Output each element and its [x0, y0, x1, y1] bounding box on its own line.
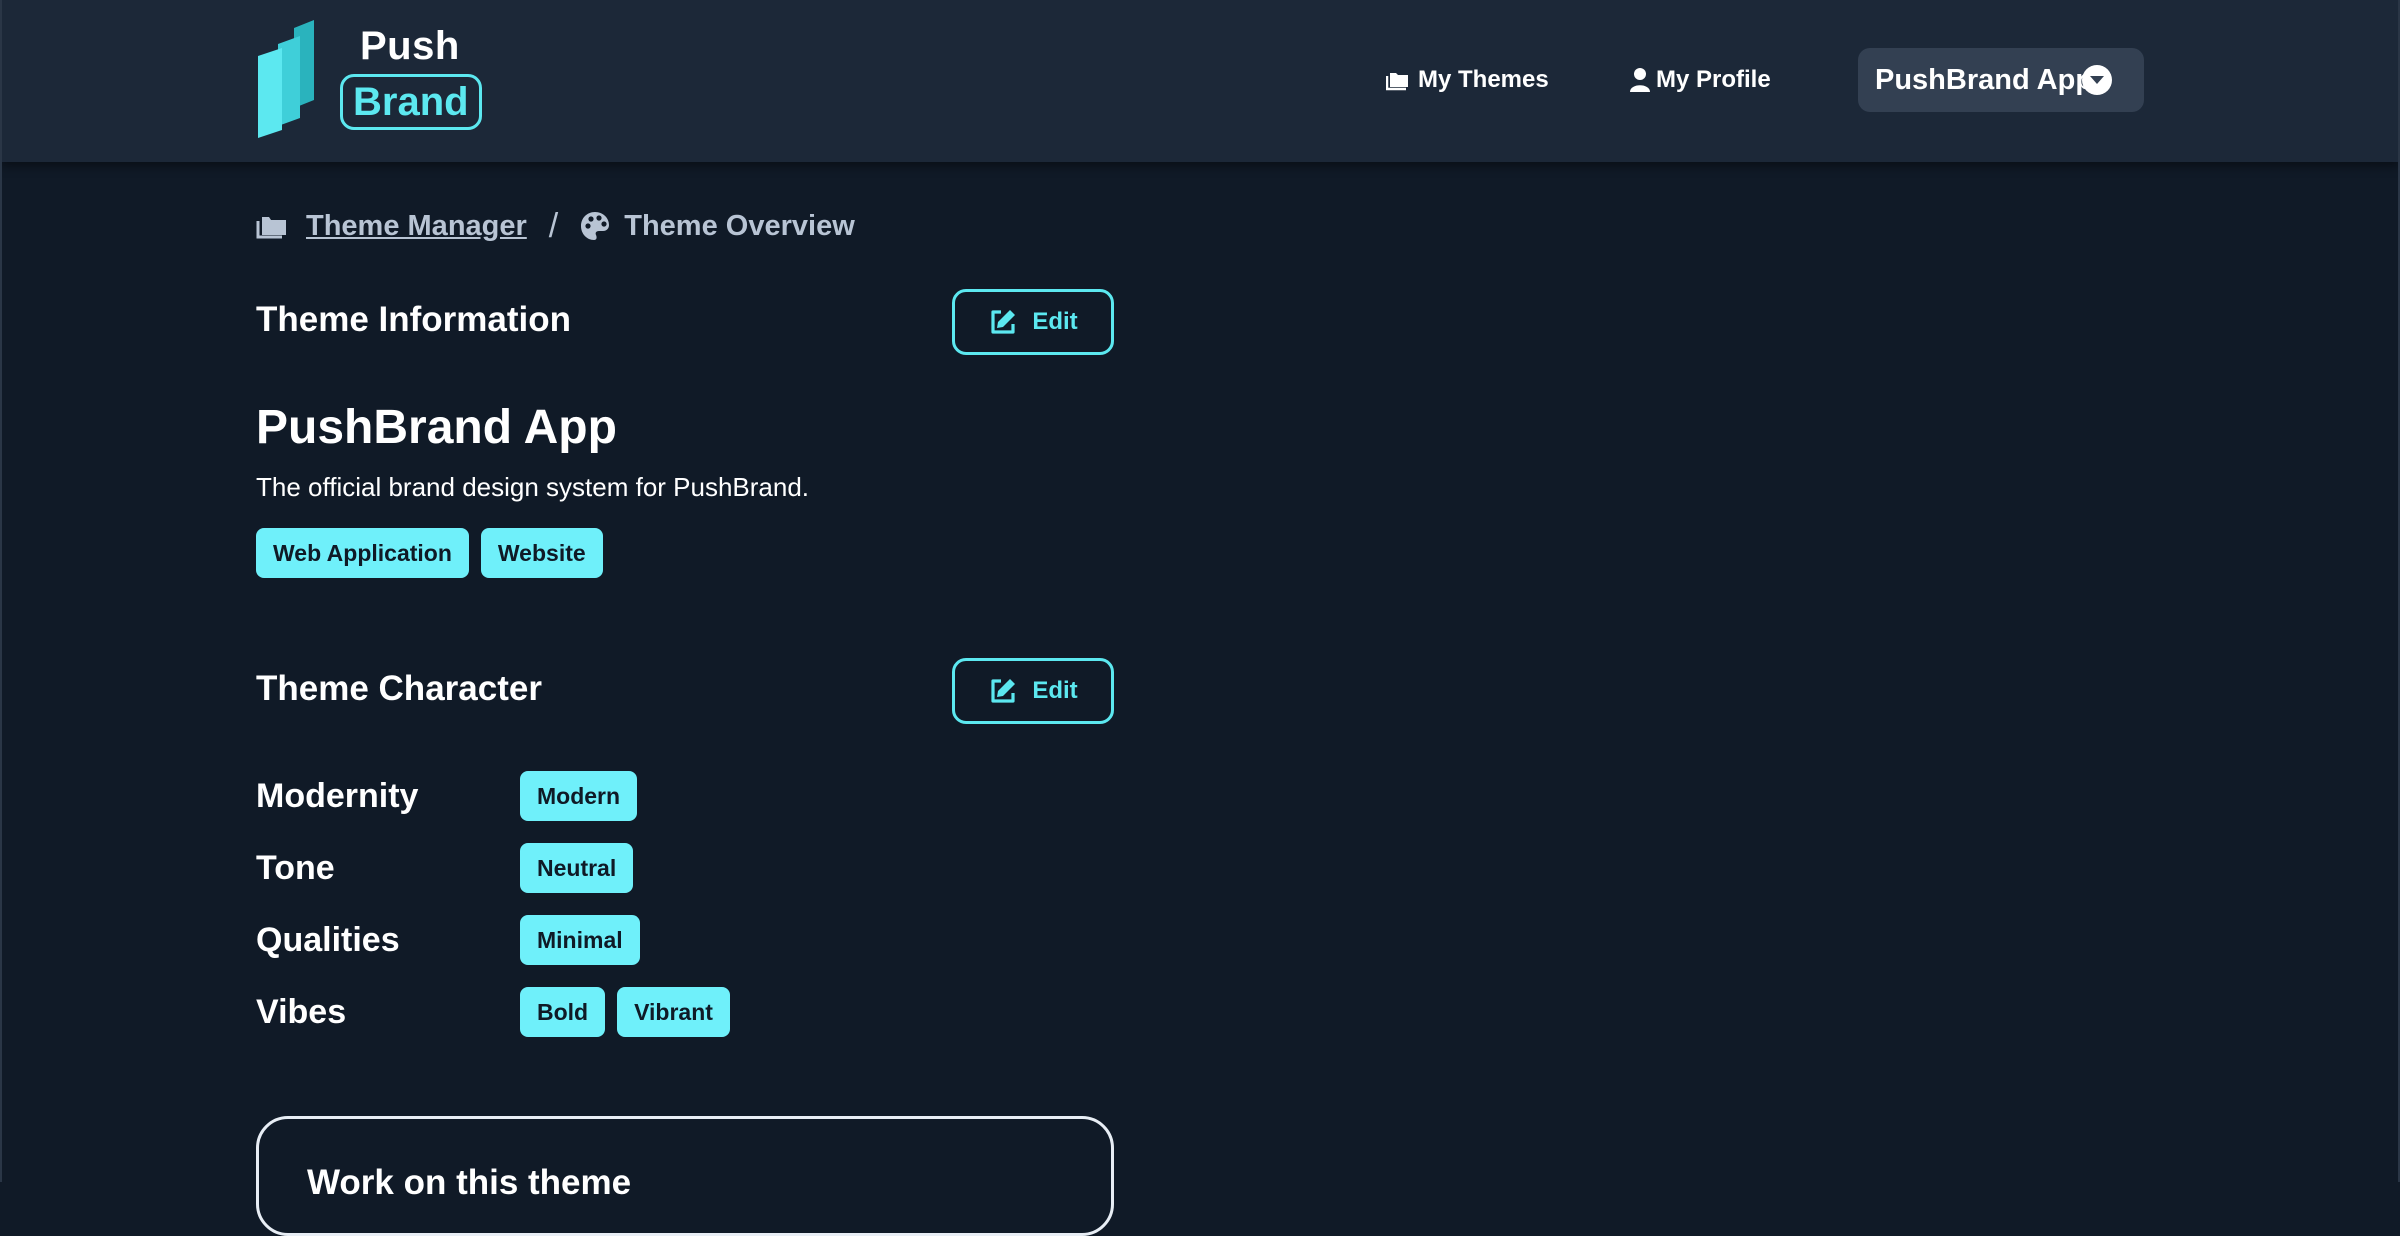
edit-theme-character-button[interactable]: Edit	[952, 658, 1114, 724]
tag-website: Website	[480, 528, 603, 578]
edit-icon	[991, 679, 1016, 703]
tag-web-application: Web Application	[256, 528, 469, 578]
folder-icon	[1386, 73, 1408, 91]
nav-my-themes-label: My Themes	[1418, 66, 1549, 93]
work-on-theme-card: Work on this theme	[256, 1116, 1114, 1236]
logo-mark-icon	[258, 20, 314, 138]
folder-icon	[256, 217, 286, 239]
tag-minimal: Minimal	[520, 915, 640, 965]
breadcrumb-current: Theme Overview	[624, 209, 855, 242]
breadcrumb: Theme Manager / Theme Overview	[256, 205, 855, 247]
top-header: Push Brand My Themes My Profile PushBran…	[0, 0, 2400, 162]
theme-name: PushBrand App	[256, 401, 617, 454]
app-selector-dropdown[interactable]: PushBrand App	[1858, 48, 2144, 112]
character-row-vibes: Vibes Bold Vibrant	[256, 986, 1156, 1038]
logo-word-brand: Brand	[340, 74, 482, 130]
chevron-down-icon	[2082, 65, 2112, 95]
tag-neutral: Neutral	[520, 843, 634, 893]
edit-button-label: Edit	[1032, 308, 1078, 335]
character-row-qualities: Qualities Minimal	[256, 914, 1156, 966]
pushbrand-logo[interactable]: Push Brand	[256, 18, 496, 140]
tag-modern: Modern	[520, 771, 638, 821]
theme-platform-tags: Web Application Website	[256, 528, 603, 578]
character-row-modernity: Modernity Modern	[256, 770, 1156, 822]
nav-my-themes[interactable]: My Themes	[1386, 62, 1549, 98]
character-label: Vibes	[256, 992, 347, 1031]
character-label: Modernity	[256, 776, 419, 815]
tag-vibrant: Vibrant	[617, 987, 730, 1037]
logo-word-push: Push	[360, 24, 460, 68]
breadcrumb-theme-manager-link[interactable]: Theme Manager	[306, 210, 527, 243]
work-on-theme-title: Work on this theme	[307, 1163, 632, 1202]
character-label: Qualities	[256, 920, 400, 959]
character-label: Tone	[256, 848, 335, 887]
nav-my-profile[interactable]: My Profile	[1630, 62, 1771, 98]
theme-character-heading: Theme Character	[256, 669, 542, 708]
app-selector-value: PushBrand App	[1875, 63, 2094, 96]
nav-my-profile-label: My Profile	[1656, 66, 1771, 93]
theme-description: The official brand design system for Pus…	[256, 472, 810, 502]
breadcrumb-separator: /	[548, 206, 559, 245]
edit-button-label: Edit	[1032, 677, 1078, 704]
character-row-tone: Tone Neutral	[256, 842, 1156, 894]
edit-icon	[991, 310, 1016, 334]
theme-information-heading: Theme Information	[256, 300, 572, 339]
palette-icon	[581, 212, 610, 240]
edit-theme-information-button[interactable]: Edit	[952, 289, 1114, 355]
tag-bold: Bold	[520, 987, 606, 1037]
user-icon	[1630, 68, 1650, 92]
